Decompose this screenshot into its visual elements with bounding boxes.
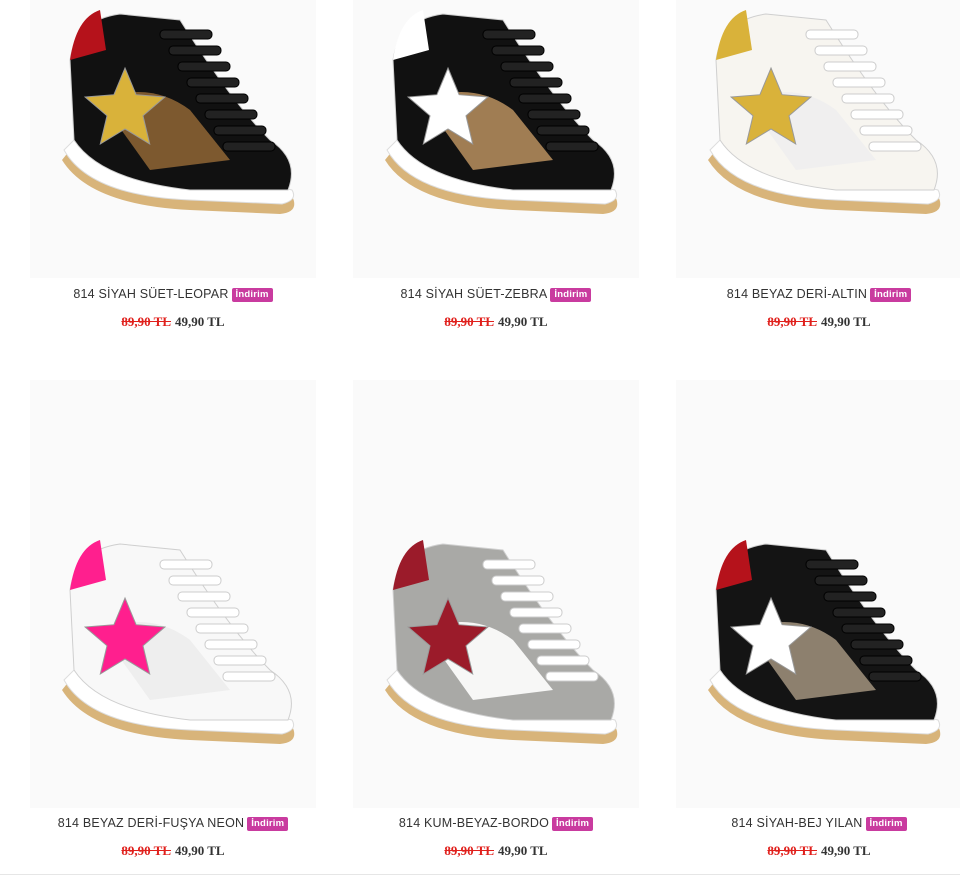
product-price: 89,90 TL 49,90 TL [353, 314, 639, 330]
product-price: 89,90 TL 49,90 TL [676, 314, 960, 330]
product-name[interactable]: 814 BEYAZ DERİ-FUŞYA NEON [58, 816, 245, 830]
product-grid: 814 SİYAH SÜET-LEOPAR İndirim 89,90 TL 49,… [0, 0, 960, 876]
product-title[interactable]: 814 BEYAZ DERİ-FUŞYA NEON İndirim [30, 816, 316, 831]
discount-badge: İndirim [865, 817, 907, 831]
product-name[interactable]: 814 BEYAZ DERİ-ALTIN [727, 287, 867, 301]
product-title[interactable]: 814 SİYAH-BEJ YILAN İndirim [676, 816, 960, 831]
old-price: 89,90 TL [767, 314, 817, 329]
sneaker-illustration [62, 10, 295, 214]
product-name[interactable]: 814 KUM-BEYAZ-BORDO [399, 816, 549, 830]
product-title[interactable]: 814 BEYAZ DERİ-ALTIN İndirim [676, 287, 960, 302]
product-image[interactable] [30, 0, 316, 278]
product-image[interactable] [353, 0, 639, 278]
discount-badge: İndirim [247, 817, 289, 831]
sneaker-illustration [385, 10, 618, 214]
product-title[interactable]: 814 KUM-BEYAZ-BORDO İndirim [353, 816, 639, 831]
new-price: 49,90 TL [498, 314, 548, 329]
product-price: 89,90 TL 49,90 TL [30, 314, 316, 330]
discount-badge: İndirim [550, 288, 592, 302]
product-name[interactable]: 814 SİYAH SÜET-LEOPAR [73, 287, 228, 301]
sneaker-illustration [62, 540, 295, 744]
product-title[interactable]: 814 SİYAH SÜET-ZEBRA İndirim [353, 287, 639, 302]
sneaker-illustration [385, 540, 618, 744]
product-image[interactable] [676, 0, 960, 278]
sneaker-illustration [708, 10, 941, 214]
product-image[interactable] [30, 380, 316, 808]
product-name[interactable]: 814 SİYAH SÜET-ZEBRA [401, 287, 548, 301]
product-image[interactable] [353, 380, 639, 808]
old-price: 89,90 TL [444, 314, 494, 329]
product-image[interactable] [676, 380, 960, 808]
new-price: 49,90 TL [821, 843, 871, 858]
new-price: 49,90 TL [175, 314, 225, 329]
product-price: 89,90 TL 49,90 TL [676, 843, 960, 859]
product-name[interactable]: 814 SİYAH-BEJ YILAN [731, 816, 862, 830]
product-title[interactable]: 814 SİYAH SÜET-LEOPAR İndirim [30, 287, 316, 302]
old-price: 89,90 TL [767, 843, 817, 858]
old-price: 89,90 TL [444, 843, 494, 858]
new-price: 49,90 TL [175, 843, 225, 858]
product-price: 89,90 TL 49,90 TL [30, 843, 316, 859]
new-price: 49,90 TL [821, 314, 871, 329]
discount-badge: İndirim [231, 288, 273, 302]
new-price: 49,90 TL [498, 843, 548, 858]
discount-badge: İndirim [870, 288, 912, 302]
divider [0, 874, 960, 875]
discount-badge: İndirim [552, 817, 594, 831]
product-price: 89,90 TL 49,90 TL [353, 843, 639, 859]
old-price: 89,90 TL [121, 843, 171, 858]
sneaker-illustration [708, 540, 941, 744]
old-price: 89,90 TL [121, 314, 171, 329]
